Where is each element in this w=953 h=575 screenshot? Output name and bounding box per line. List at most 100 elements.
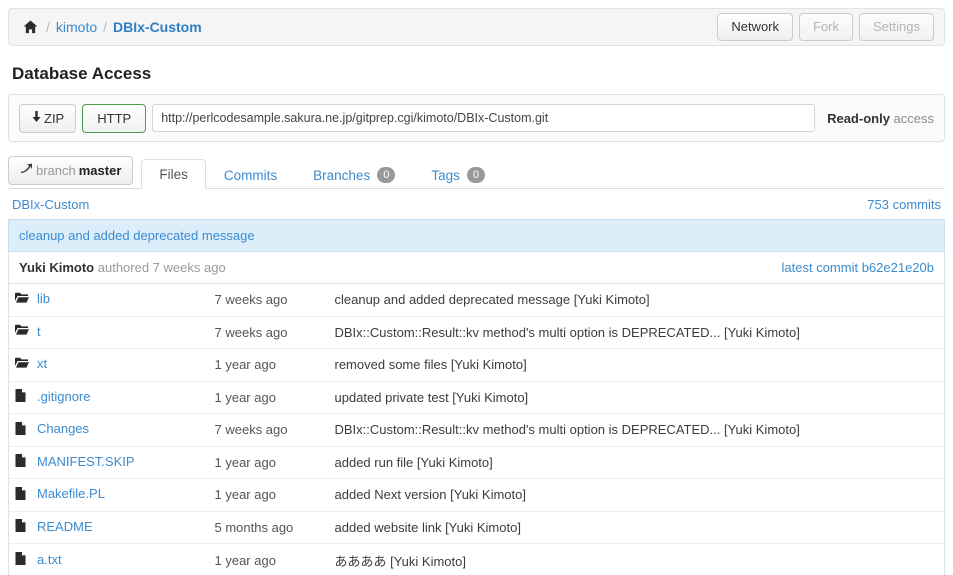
table-row[interactable]: README 5 months ago added website link [… [8, 511, 945, 544]
author-meta: authored 7 weeks ago [97, 260, 226, 275]
file-name-link[interactable]: MANIFEST.SKIP [37, 454, 135, 469]
file-name-link[interactable]: xt [37, 356, 47, 371]
breadcrumb-owner-link[interactable]: kimoto [56, 19, 97, 35]
file-name-cell: Changes [9, 414, 209, 447]
file-name-link[interactable]: lib [37, 291, 50, 306]
latest-commit-link[interactable]: latest commit b62e21e20b [782, 260, 934, 275]
file-name-cell: README [9, 511, 209, 544]
latest-commit-message-bar[interactable]: cleanup and added deprecated message [8, 219, 945, 251]
access-note-bold: Read-only [827, 110, 890, 126]
clone-url-input[interactable] [152, 104, 816, 132]
file-table: lib 7 weeks ago cleanup and added deprec… [8, 284, 945, 575]
access-note: Read-only access [827, 111, 934, 126]
table-row[interactable]: t 7 weeks ago DBIx::Custom::Result::kv m… [8, 316, 945, 349]
file-message-cell: added website link [Yuki Kimoto] [334, 519, 521, 535]
folder-icon [15, 292, 29, 306]
file-age-cell: 1 year ago [214, 454, 276, 470]
repo-name-link[interactable]: DBIx-Custom [12, 197, 89, 212]
file-age-cell: 7 weeks ago [214, 422, 288, 438]
file-name-cell: lib [9, 284, 209, 316]
network-button[interactable]: Network [717, 13, 794, 41]
file-name-link[interactable]: t [37, 324, 41, 339]
http-protocol-button[interactable]: HTTP [82, 103, 147, 133]
table-row[interactable]: Changes 7 weeks ago DBIx::Custom::Result… [8, 413, 945, 447]
file-message-cell: added run file [Yuki Kimoto] [334, 454, 493, 470]
tab-commits[interactable]: Commits [206, 160, 295, 189]
table-row[interactable]: Makefile.PL 1 year ago added Next versio… [8, 478, 945, 512]
file-table-body: lib 7 weeks ago cleanup and added deprec… [8, 284, 945, 575]
file-name-cell: t [9, 316, 209, 349]
file-age-cell: 7 weeks ago [214, 292, 288, 308]
table-row[interactable]: MANIFEST.SKIP 1 year ago added run file … [8, 446, 945, 479]
file-message-cell: added Next version [Yuki Kimoto] [334, 487, 527, 503]
page-title: Database Access [12, 64, 152, 83]
file-name-link[interactable]: Makefile.PL [37, 486, 105, 501]
file-icon [15, 389, 29, 403]
file-entry[interactable]: xt [15, 356, 47, 371]
file-name-cell: xt [9, 349, 209, 382]
tab-tags[interactable]: Tags 0 [413, 159, 503, 189]
tab-tags-label: Tags [431, 167, 460, 183]
table-row[interactable]: xt 1 year ago removed some files [Yuki K… [8, 348, 945, 382]
fork-button[interactable]: Fork [799, 13, 854, 41]
file-name-cell: Makefile.PL [9, 479, 209, 512]
file-icon [15, 454, 29, 468]
branch-selector-button[interactable]: branch master [8, 156, 134, 185]
file-name-cell: .gitignore [9, 381, 209, 414]
home-icon[interactable] [23, 20, 38, 34]
file-name-cell: MANIFEST.SKIP [9, 446, 209, 479]
tab-files-label: Files [159, 167, 188, 182]
file-message-cell: DBIx::Custom::Result::kv method's multi … [334, 324, 800, 340]
tab-list: Files Commits Branches 0 Tags 0 [141, 158, 503, 189]
download-arrow-icon [31, 110, 42, 126]
file-name-link[interactable]: README [37, 519, 93, 534]
file-age-cell: 1 year ago [214, 487, 276, 503]
file-message-cell: DBIx::Custom::Result::kv method's multi … [334, 422, 800, 438]
repo-tabs-row: branch master Files Commits Branches 0 T… [8, 156, 945, 189]
zip-label: ZIP [44, 110, 65, 126]
zip-download-button[interactable]: ZIP [19, 103, 77, 133]
file-name-cell: a.txt [9, 544, 209, 575]
breadcrumb-repo-link[interactable]: DBIx-Custom [113, 19, 202, 35]
author-line: Yuki Kimoto authored 7 weeks ago [19, 260, 226, 275]
file-entry[interactable]: README [15, 519, 93, 534]
tab-branches[interactable]: Branches 0 [295, 159, 413, 189]
file-name-link[interactable]: .gitignore [37, 389, 90, 404]
file-entry[interactable]: Makefile.PL [15, 486, 105, 501]
file-message-cell: cleanup and added deprecated message [Yu… [334, 292, 650, 308]
file-age-cell: 1 year ago [214, 389, 276, 405]
file-age-cell: 1 year ago [214, 553, 276, 568]
table-row[interactable]: .gitignore 1 year ago updated private te… [8, 381, 945, 414]
page-root: / kimoto / DBIx-Custom Network Fork Sett… [0, 8, 953, 575]
tab-branches-label: Branches [313, 167, 371, 183]
file-icon [15, 486, 29, 501]
commits-count-link[interactable]: 753 commits [867, 197, 941, 212]
branch-arrow-icon [20, 163, 33, 178]
folder-icon [15, 324, 29, 338]
file-age-cell: 7 weeks ago [214, 324, 288, 340]
breadcrumb-separator-1: / [46, 19, 50, 35]
file-entry[interactable]: t [15, 324, 41, 339]
tab-tags-badge: 0 [466, 167, 485, 183]
file-entry[interactable]: lib [15, 291, 50, 306]
file-message-cell: removed some files [Yuki Kimoto] [334, 357, 527, 373]
settings-button[interactable]: Settings [859, 13, 934, 41]
tab-commits-label: Commits [223, 168, 278, 183]
file-name-link[interactable]: a.txt [37, 552, 62, 567]
file-entry[interactable]: Changes [15, 421, 89, 436]
file-entry[interactable]: .gitignore [15, 389, 90, 404]
table-row[interactable]: lib 7 weeks ago cleanup and added deprec… [9, 284, 945, 316]
latest-commit-message: cleanup and added deprecated message [19, 228, 255, 243]
file-name-link[interactable]: Changes [37, 421, 89, 436]
file-entry[interactable]: a.txt [15, 552, 62, 567]
repo-header: DBIx-Custom 753 commits [8, 189, 945, 219]
breadcrumb-bar: / kimoto / DBIx-Custom Network Fork Sett… [8, 8, 945, 46]
latest-commit-author-bar: Yuki Kimoto authored 7 weeks ago latest … [8, 251, 945, 284]
access-note-rest: access [889, 110, 934, 126]
file-age-cell: 1 year ago [214, 357, 276, 373]
file-entry[interactable]: MANIFEST.SKIP [15, 454, 135, 469]
table-row[interactable]: a.txt 1 year ago ああああ [Yuki Kimoto] [8, 543, 945, 575]
file-message-cell: updated private test [Yuki Kimoto] [334, 389, 529, 405]
tab-files[interactable]: Files [141, 159, 206, 189]
file-icon [15, 421, 29, 436]
